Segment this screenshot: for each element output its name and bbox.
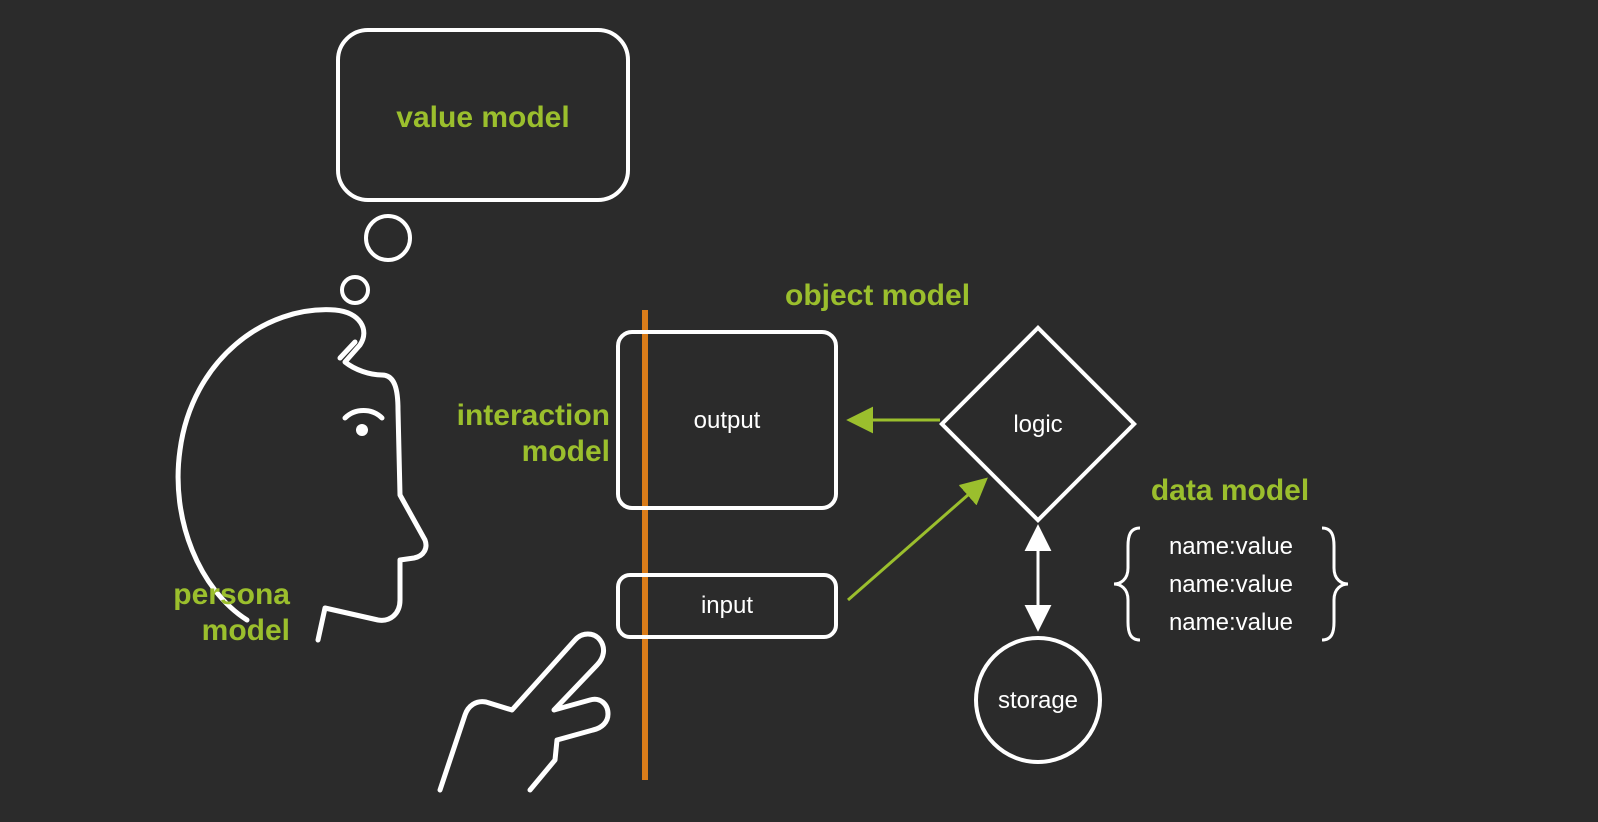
thought-dot-icon — [366, 216, 410, 260]
data-pair-3: name:value — [1169, 609, 1293, 636]
storage-label: storage — [998, 687, 1078, 714]
concept-diagram: value model persona model interaction mo… — [0, 0, 1598, 822]
brace-right-icon — [1322, 528, 1348, 640]
value-model-label: value model — [396, 101, 569, 134]
data-model-block: name:value name:value name:value — [1114, 528, 1348, 640]
object-model-label: object model — [785, 279, 970, 312]
pointing-hand-icon — [440, 634, 608, 790]
input-label: input — [701, 592, 753, 619]
data-model-label: data model — [1151, 474, 1309, 507]
interaction-model-label-l1: interaction — [457, 399, 610, 432]
interaction-model-label-l2: model — [522, 435, 610, 468]
data-pair-2: name:value — [1169, 571, 1293, 598]
persona-model-label-l2: model — [202, 614, 290, 647]
brace-left-icon — [1114, 528, 1140, 640]
logic-label: logic — [1013, 411, 1062, 438]
thought-dot-small-icon — [342, 277, 368, 303]
data-pair-1: name:value — [1169, 533, 1293, 560]
arrow-input-logic — [848, 480, 985, 600]
persona-model-label-l1: persona — [173, 578, 290, 611]
output-label: output — [694, 407, 761, 434]
